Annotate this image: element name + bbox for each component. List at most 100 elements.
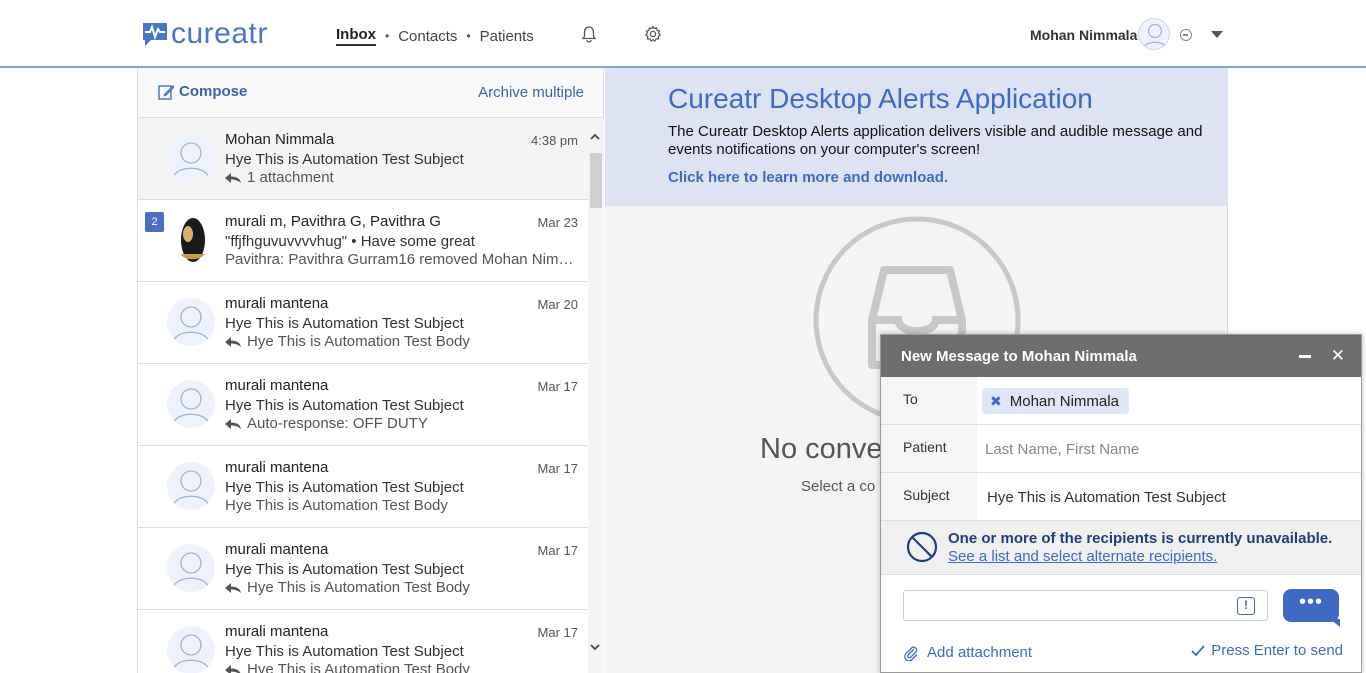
list-item[interactable]: 2 murali m, Pavithra G, Pavithra G Mar 2… [138, 200, 588, 282]
press-enter-label: Press Enter to send [1211, 642, 1343, 659]
paperclip-icon [904, 646, 918, 661]
message-preview-text: Auto-response: OFF DUTY [247, 415, 428, 432]
message-preview: Auto-response: OFF DUTY [225, 415, 575, 432]
subject-row: Subject [881, 473, 1361, 521]
press-enter-to-send-toggle[interactable]: Press Enter to send [1191, 642, 1343, 659]
default-avatar-icon [172, 142, 210, 179]
nav-inbox[interactable]: Inbox [336, 26, 376, 46]
message-preview-text: Hye This is Automation Test Body [247, 579, 470, 596]
conversation-list-pane: Compose Archive multiple Mohan Nimmala 4… [137, 68, 604, 673]
nav-patients[interactable]: Patients [480, 28, 534, 45]
chevron-down-icon[interactable] [590, 642, 600, 652]
prohibited-icon [906, 531, 938, 563]
list-item[interactable]: murali mantena Mar 17 Hye This is Automa… [138, 528, 588, 610]
urgent-flag-icon[interactable]: ! [1237, 597, 1255, 615]
unread-count-badge: 2 [145, 212, 164, 232]
desktop-alerts-banner: Cureatr Desktop Alerts Application The C… [605, 68, 1228, 206]
list-item[interactable]: Mohan Nimmala 4:38 pm Hye This is Automa… [138, 118, 588, 200]
list-item[interactable]: murali mantena Mar 17 Hye This is Automa… [138, 364, 588, 446]
scrollbar-thumb[interactable] [590, 153, 602, 208]
avatar [167, 298, 215, 346]
message-preview: Hye This is Automation Test Body [225, 661, 575, 673]
unavailable-warning: One or more of the recipients is current… [881, 521, 1361, 575]
message-preview: Hye This is Automation Test Body [225, 333, 575, 350]
new-message-dialog: New Message to Mohan Nimmala ✕ To ✖ Moha… [880, 334, 1362, 673]
avatar [167, 216, 215, 264]
list-item[interactable]: murali mantena Mar 17 Hye This is Automa… [138, 446, 588, 528]
gear-icon[interactable] [644, 25, 662, 43]
avatar [167, 462, 215, 510]
patient-input[interactable] [985, 437, 1345, 461]
list-item[interactable]: murali mantena Mar 20 Hye This is Automa… [138, 282, 588, 364]
message-sender: murali mantena [225, 459, 329, 476]
reply-icon [225, 664, 241, 673]
default-avatar-icon [1142, 23, 1168, 49]
message-subject: Hye This is Automation Test Subject [225, 315, 464, 332]
message-subject: Hye This is Automation Test Subject [225, 643, 464, 660]
add-attachment-button[interactable]: Add attachment [903, 644, 1032, 661]
status-off-icon[interactable] [1180, 29, 1192, 41]
subject-label: Subject [881, 473, 977, 520]
nav-separator: • [466, 29, 471, 43]
message-list-scrollbar[interactable] [588, 118, 604, 673]
chevron-up-icon[interactable] [590, 132, 600, 142]
avatar [167, 626, 215, 673]
reply-icon [225, 582, 241, 593]
list-toolbar: Compose Archive multiple [138, 68, 603, 118]
message-time: Mar 17 [537, 379, 578, 394]
compose-label: Compose [179, 83, 248, 100]
message-preview: Hye This is Automation Test Body [225, 579, 575, 596]
message-preview-text: 1 attachment [247, 169, 334, 186]
recipient-chip[interactable]: ✖ Mohan Nimmala [982, 388, 1129, 414]
current-user-name[interactable]: Mohan Nimmala [1030, 27, 1137, 43]
message-time: Mar 20 [537, 297, 578, 312]
recipient-name: Mohan Nimmala [1009, 392, 1119, 410]
subject-input[interactable] [987, 485, 1347, 509]
banner-title: Cureatr Desktop Alerts Application [668, 83, 1093, 114]
message-input[interactable]: ! [903, 590, 1268, 621]
message-time: 4:38 pm [531, 133, 578, 148]
message-sender: murali m, Pavithra G, Pavithra G [225, 213, 441, 230]
nav-contacts[interactable]: Contacts [398, 28, 457, 45]
message-sender: Mohan Nimmala [225, 131, 335, 148]
checkmark-icon [1191, 644, 1205, 656]
dialog-title: New Message to Mohan Nimmala [901, 348, 1137, 365]
message-time: Mar 17 [537, 543, 578, 558]
default-avatar-icon [172, 552, 210, 589]
main-nav: Inbox • Contacts • Patients [336, 26, 534, 46]
archive-multiple-link[interactable]: Archive multiple [478, 84, 584, 101]
cureatr-logo[interactable]: cureatr [141, 18, 268, 50]
remove-recipient-icon[interactable]: ✖ [990, 393, 1002, 410]
message-subject: Hye This is Automation Test Subject [225, 561, 464, 578]
default-avatar-icon [172, 470, 210, 507]
chat-pulse-icon [143, 23, 167, 46]
message-subject: "ffjfhguvuvvvvhug" • Have some great [225, 233, 475, 250]
nav-separator: • [385, 29, 390, 43]
compose-button[interactable]: Compose [158, 83, 247, 100]
list-item[interactable]: murali mantena Mar 17 Hye This is Automa… [138, 610, 588, 673]
message-list: Mohan Nimmala 4:38 pm Hye This is Automa… [138, 118, 588, 673]
logo-text: cureatr [171, 17, 268, 50]
message-preview-text: Hye This is Automation Test Body [247, 661, 470, 673]
message-sender: murali mantena [225, 377, 329, 394]
banner-download-link[interactable]: Click here to learn more and download. [668, 169, 948, 186]
alternate-recipients-link[interactable]: See a list and select alternate recipien… [948, 548, 1217, 565]
default-avatar-icon [172, 388, 210, 425]
chevron-down-icon[interactable] [1211, 31, 1223, 38]
bell-icon[interactable] [580, 25, 598, 43]
avatar [167, 380, 215, 428]
message-preview-text: Hye This is Automation Test Body [247, 333, 470, 350]
message-subject: Hye This is Automation Test Subject [225, 151, 464, 168]
dialog-header[interactable]: New Message to Mohan Nimmala ✕ [881, 335, 1361, 377]
user-avatar[interactable] [1138, 18, 1170, 50]
empty-state-title: No conve [760, 433, 883, 465]
reply-icon [225, 336, 241, 347]
minimize-icon[interactable] [1299, 355, 1311, 358]
message-preview: Hye This is Automation Test Body [225, 497, 575, 514]
send-options-button[interactable]: ••• [1283, 589, 1340, 627]
close-icon[interactable]: ✕ [1331, 346, 1345, 366]
message-sender: murali mantena [225, 541, 329, 558]
message-subject: Hye This is Automation Test Subject [225, 397, 464, 414]
pencil-icon [158, 84, 174, 100]
to-row: To ✖ Mohan Nimmala [881, 377, 1361, 425]
